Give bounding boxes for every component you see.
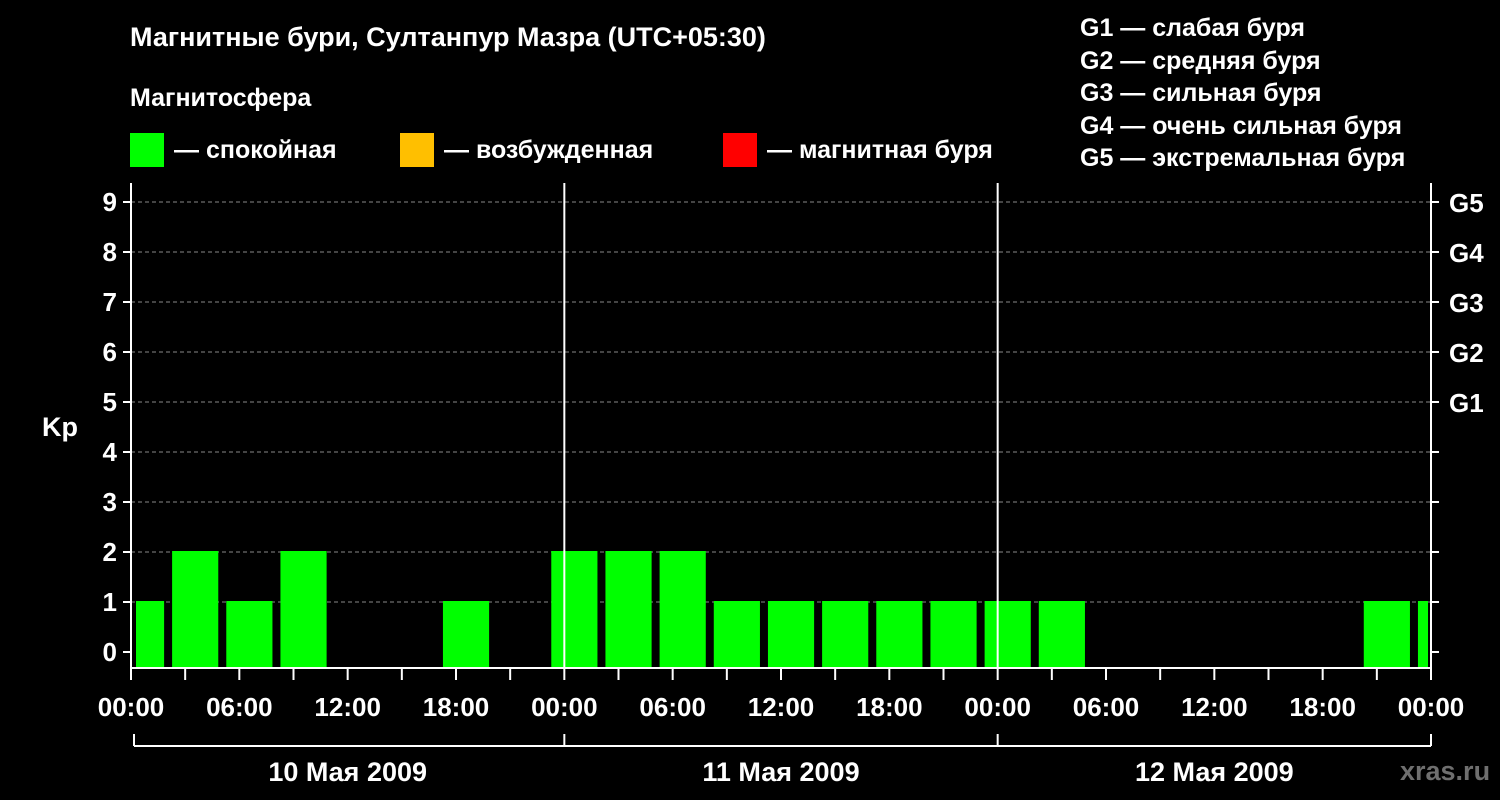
y-tick-label: 6 — [103, 337, 117, 367]
x-tick-label: 06:00 — [1073, 692, 1140, 722]
x-tick-label: 12:00 — [1181, 692, 1248, 722]
g-level-label: G3 — [1449, 288, 1484, 318]
x-tick-label: 18:00 — [1289, 692, 1356, 722]
y-tick-label: 2 — [103, 537, 117, 567]
x-tick-label: 00:00 — [964, 692, 1031, 722]
kp-bar — [551, 551, 598, 667]
kp-bar — [442, 601, 490, 667]
g-level-label: G1 — [1449, 388, 1484, 418]
x-tick-label: 12:00 — [748, 692, 815, 722]
x-tick-label: 18:00 — [856, 692, 923, 722]
day-label: 10 Мая 2009 — [268, 757, 427, 787]
g-level-label: G2 — [1449, 338, 1484, 368]
kp-bar — [822, 601, 869, 667]
kp-bar — [713, 601, 760, 667]
x-tick-label: 06:00 — [206, 692, 273, 722]
x-tick-label: 00:00 — [98, 692, 165, 722]
x-tick-label: 06:00 — [639, 692, 706, 722]
g-level-label: G5 — [1449, 188, 1484, 218]
kp-bar — [1417, 601, 1428, 667]
day-label: 12 Мая 2009 — [1135, 757, 1294, 787]
kp-bar — [226, 601, 273, 667]
x-tick-label: 00:00 — [1398, 692, 1465, 722]
y-tick-label: 8 — [103, 237, 117, 267]
y-tick-label: 9 — [103, 187, 117, 217]
kp-bar — [876, 601, 923, 667]
kp-chart: 0 1 2 3 4 5 6 7 8 9 G1 G2 G3 G4 G5 00:00 06:00 12:00 18:00… — [98, 183, 1484, 787]
kp-bar — [136, 601, 165, 667]
x-tick-label: 00:00 — [531, 692, 598, 722]
x-tick-label: 18:00 — [423, 692, 490, 722]
y-tick-label: 4 — [103, 437, 118, 467]
g-level-label: G4 — [1449, 238, 1484, 268]
y-tick-label: 0 — [103, 637, 117, 667]
y-tick-label: 5 — [103, 387, 117, 417]
kp-bar — [930, 601, 977, 667]
y-tick-label: 7 — [103, 287, 117, 317]
kp-bar — [280, 551, 327, 667]
kp-bar — [659, 551, 706, 667]
kp-bar — [984, 601, 1031, 667]
y-tick-label: 3 — [103, 487, 117, 517]
kp-bar — [1038, 601, 1085, 667]
kp-bar — [172, 551, 219, 667]
kp-bar — [767, 601, 815, 667]
y-tick-label: 1 — [103, 587, 117, 617]
watermark: xras.ru — [1400, 756, 1491, 786]
kp-bar — [605, 551, 652, 667]
day-label: 11 Мая 2009 — [702, 757, 859, 787]
x-tick-label: 12:00 — [314, 692, 381, 722]
kp-bar — [1363, 601, 1410, 667]
